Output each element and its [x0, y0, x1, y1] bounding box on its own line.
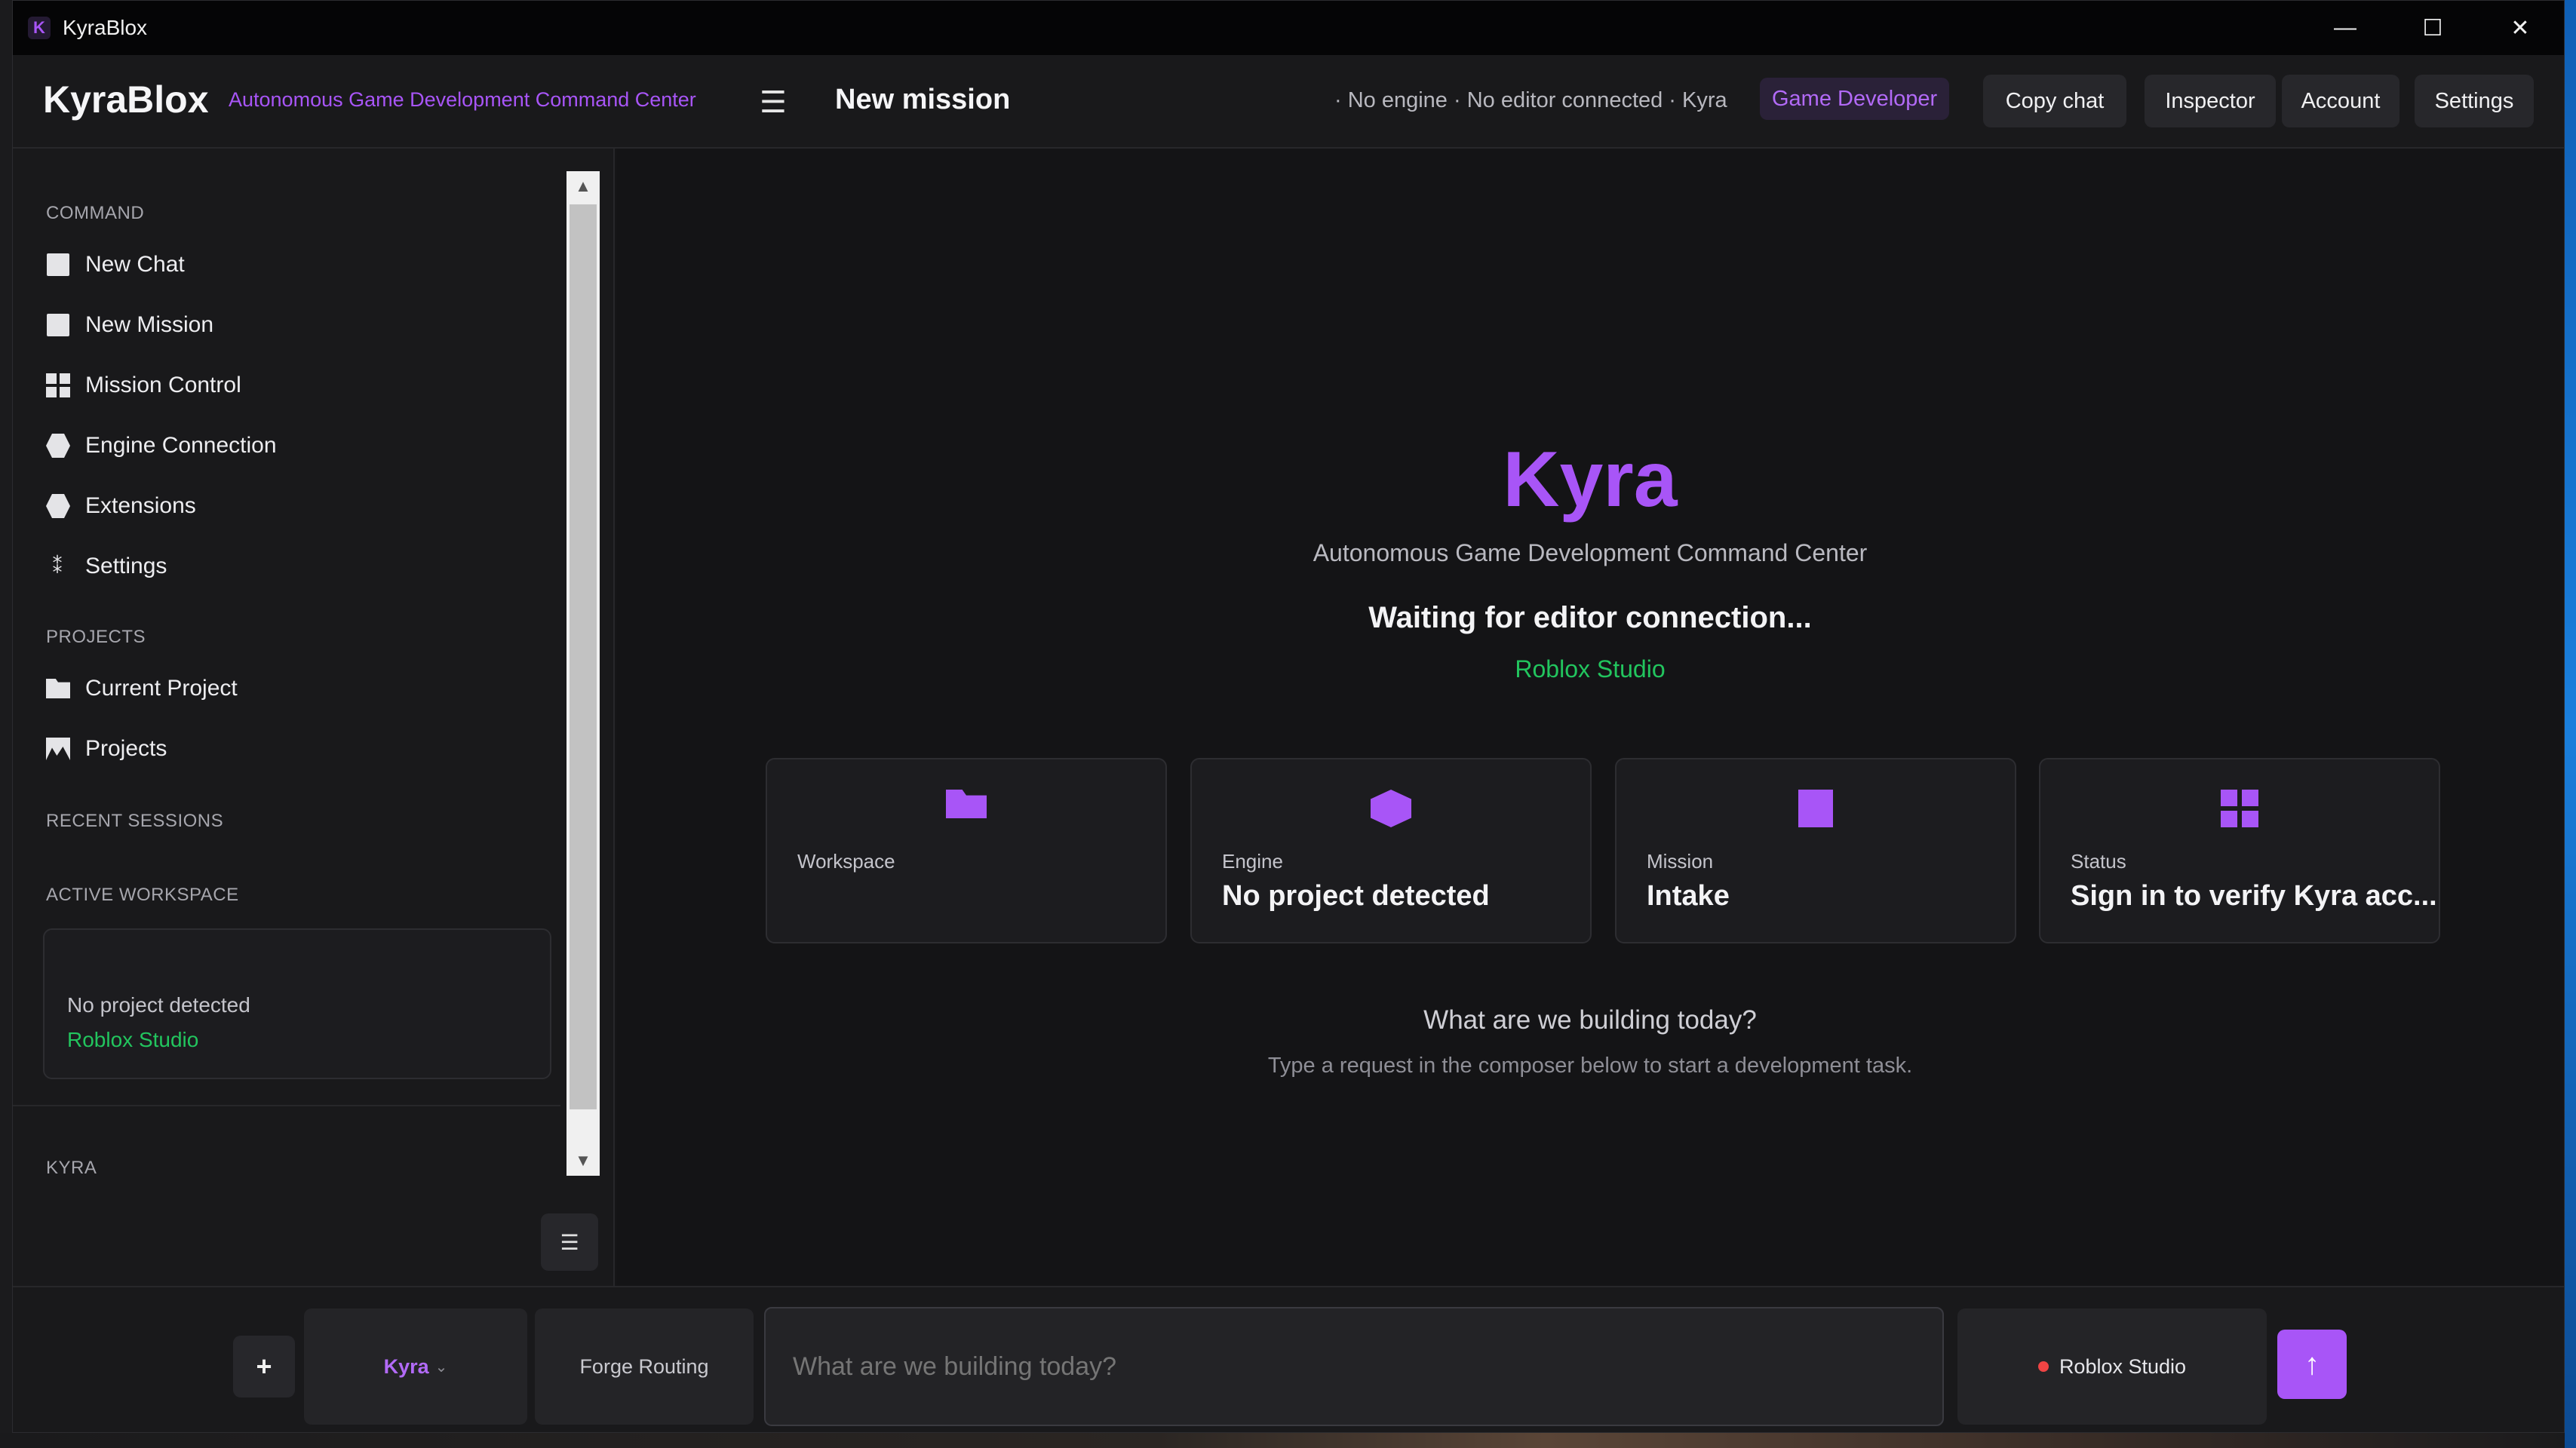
hexagon-icon	[1371, 790, 1411, 827]
app-logo-icon: K	[28, 17, 51, 39]
menu-toggle-icon[interactable]: ☰	[760, 85, 787, 120]
add-attachment-button[interactable]: +	[233, 1336, 295, 1397]
model-selector[interactable]: Kyra ⌄	[304, 1308, 527, 1425]
sidebar-item-label: New Mission	[85, 312, 214, 337]
settings-button[interactable]: Settings	[2415, 75, 2534, 127]
scroll-up-icon[interactable]: ▲	[566, 171, 600, 201]
desktop-background-left	[0, 0, 12, 1448]
account-button[interactable]: Account	[2282, 75, 2399, 127]
status-card-status: Status Sign in to verify Kyra acc...	[2039, 758, 2440, 943]
hero-subtitle: Autonomous Game Development Command Cent…	[1313, 539, 1868, 566]
close-button[interactable]: ✕	[2476, 1, 2564, 55]
card-label: Engine	[1222, 850, 1283, 873]
composer-bar: + Kyra ⌄ Forge Routing Roblox Studio ↑	[13, 1286, 2564, 1432]
card-label: Mission	[1647, 850, 1714, 873]
desktop-background-right	[2565, 0, 2576, 1448]
square-icon	[1798, 790, 1833, 827]
grid-icon	[2221, 790, 2258, 827]
card-value: Sign in to verify Kyra acc...	[2071, 880, 2437, 912]
section-label-kyra: KYRA	[46, 1158, 97, 1178]
folder-icon	[46, 676, 70, 701]
sidebar-item-new-mission[interactable]: New Mission	[46, 302, 213, 348]
page-title: New mission	[835, 84, 1011, 115]
sidebar-item-label: Projects	[85, 736, 167, 761]
hero-title: Kyra	[1503, 436, 1678, 523]
brand-name: KyraBlox	[43, 78, 209, 121]
sidebar-item-extensions[interactable]: Extensions	[46, 483, 196, 529]
engine-name: Roblox Studio	[1515, 655, 1666, 683]
section-label-projects: PROJECTS	[46, 627, 146, 647]
title-bar: K KyraBlox — ☐ ✕	[13, 1, 2564, 55]
chevron-down-icon: ⌄	[434, 1358, 448, 1376]
copy-chat-button[interactable]: Copy chat	[1983, 75, 2126, 127]
sidebar-item-label: Extensions	[85, 493, 196, 518]
sidebar-divider	[13, 1105, 560, 1106]
card-label: Workspace	[797, 850, 895, 873]
sidebar-item-engine-connection[interactable]: Engine Connection	[46, 423, 277, 468]
sidebar-item-projects[interactable]: Projects	[46, 726, 167, 772]
inspector-button[interactable]: Inspector	[2145, 75, 2276, 127]
status-card-mission: Mission Intake	[1615, 758, 2016, 943]
sidebar: COMMAND New Chat New Mission Mission Con…	[13, 149, 615, 1286]
gear-icon: ⁑	[52, 554, 64, 578]
send-button[interactable]: ↑	[2277, 1330, 2347, 1399]
card-label: Status	[2071, 850, 2126, 873]
square-icon	[46, 253, 70, 277]
engine-target-selector[interactable]: Roblox Studio	[1957, 1308, 2267, 1425]
sidebar-collapse-button[interactable]: ☰	[541, 1213, 598, 1271]
prompt-title: What are we building today?	[1423, 1005, 1757, 1035]
sidebar-item-current-project[interactable]: Current Project	[46, 666, 238, 711]
grid-icon	[46, 373, 70, 397]
routing-selector[interactable]: Forge Routing	[535, 1308, 754, 1425]
role-badge[interactable]: Game Developer	[1760, 78, 1950, 120]
section-label-active-workspace: ACTIVE WORKSPACE	[46, 885, 239, 905]
card-value: Intake	[1647, 880, 1730, 912]
waiting-status: Waiting for editor connection...	[1368, 601, 1812, 634]
scrollbar-thumb[interactable]	[570, 204, 597, 1109]
sidebar-item-settings[interactable]: ⁑ Settings	[46, 544, 167, 589]
minimize-button[interactable]: —	[2301, 1, 2389, 55]
model-selector-label: Kyra	[383, 1354, 429, 1378]
square-icon	[46, 313, 70, 337]
sidebar-item-label: Engine Connection	[85, 433, 277, 458]
active-workspace-card: No project detected Roblox Studio	[43, 928, 551, 1079]
status-card-workspace: Workspace	[766, 758, 1167, 943]
status-dot-icon	[2037, 1361, 2049, 1372]
sidebar-item-label: New Chat	[85, 252, 185, 277]
window-title: KyraBlox	[63, 16, 148, 39]
section-label-recent-sessions: RECENT SESSIONS	[46, 811, 224, 831]
sidebar-item-label: Settings	[85, 554, 167, 578]
sidebar-scrollbar[interactable]: ▲ ▼	[566, 171, 600, 1176]
composer-input[interactable]	[764, 1307, 1944, 1426]
section-label-command: COMMAND	[46, 203, 145, 223]
image-icon	[46, 737, 70, 761]
card-value: No project detected	[1222, 880, 1490, 912]
window-controls: — ☐ ✕	[2301, 1, 2564, 55]
prompt-hint: Type a request in the composer below to …	[1267, 1054, 1913, 1078]
folder-icon	[946, 790, 987, 818]
sidebar-item-new-chat[interactable]: New Chat	[46, 242, 185, 287]
main-panel: Kyra Autonomous Game Development Command…	[616, 149, 2564, 1286]
connection-status: · No engine · No editor connected · Kyra	[1334, 88, 1727, 112]
engine-target-label: Roblox Studio	[2059, 1354, 2187, 1378]
sidebar-item-mission-control[interactable]: Mission Control	[46, 363, 241, 408]
brand-subtitle: Autonomous Game Development Command Cent…	[229, 88, 696, 111]
sidebar-item-label: Mission Control	[85, 373, 241, 397]
workspace-engine: Roblox Studio	[67, 1028, 199, 1051]
scroll-down-icon[interactable]: ▼	[566, 1146, 600, 1176]
hexagon-icon	[46, 434, 70, 458]
status-card-engine: Engine No project detected	[1190, 758, 1592, 943]
app-header: KyraBlox Autonomous Game Development Com…	[13, 55, 2564, 149]
workspace-project: No project detected	[67, 993, 250, 1017]
app-window: K KyraBlox — ☐ ✕ KyraBlox Autonomous Gam…	[12, 0, 2565, 1433]
desktop-background-bottom	[0, 1433, 2576, 1448]
sidebar-item-label: Current Project	[85, 676, 238, 701]
hexagon-icon	[46, 494, 70, 518]
maximize-button[interactable]: ☐	[2389, 1, 2476, 55]
